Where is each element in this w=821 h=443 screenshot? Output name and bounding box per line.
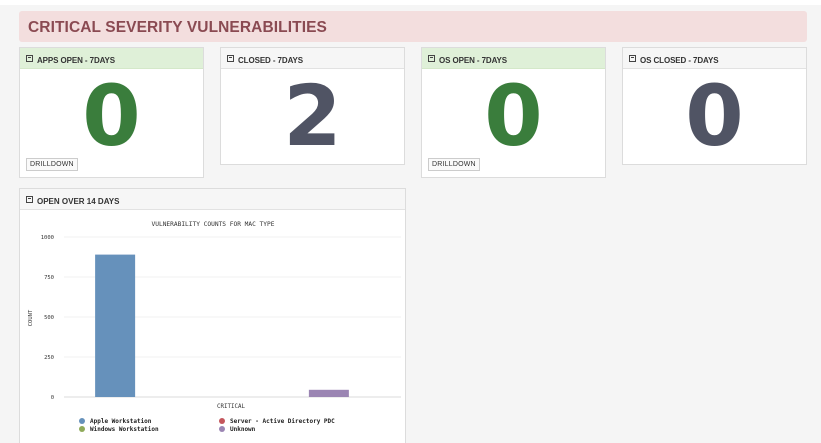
- tile-closed: CLOSED - 7DAYS 2: [220, 47, 405, 165]
- x-axis-label: CRITICAL: [217, 404, 245, 410]
- legend-label[interactable]: Server - Active Directory PDC: [230, 418, 335, 425]
- tile-title: OS OPEN - 7DAYS: [439, 56, 508, 65]
- tile-title: OS CLOSED - 7DAYS: [640, 56, 719, 65]
- tile-header: OS CLOSED - 7DAYS: [623, 48, 806, 69]
- bar-unknown[interactable]: [308, 389, 349, 397]
- dashboard-widget-icon: [428, 55, 435, 62]
- y-axis-label: COUNT: [28, 309, 34, 326]
- y-tick-label: 1000: [41, 235, 54, 241]
- y-tick-label: 500: [44, 315, 54, 321]
- legend-label[interactable]: Apple Workstation: [90, 418, 152, 425]
- tile-apps-open: APPS OPEN - 7DAYS 0 DRILLDOWN: [19, 47, 204, 178]
- open-over-14-days-panel: OPEN OVER 14 DAYS VULNERABILITY COUNTS F…: [19, 188, 406, 443]
- tile-title: APPS OPEN - 7DAYS: [37, 56, 116, 65]
- drilldown-button[interactable]: DRILLDOWN: [26, 158, 78, 171]
- legend-label[interactable]: Windows Workstation: [90, 426, 159, 433]
- tile-value: 0: [685, 67, 744, 165]
- y-tick-label: 750: [44, 275, 54, 281]
- drilldown-button[interactable]: DRILLDOWN: [428, 158, 480, 171]
- y-tick-label: 0: [51, 395, 54, 401]
- y-tick-label: 250: [44, 355, 54, 361]
- chart-title: VULNERABILITY COUNTS FOR MAC TYPE: [152, 221, 275, 228]
- legend-marker: [219, 418, 225, 424]
- panel-title: OPEN OVER 14 DAYS: [37, 197, 120, 206]
- tile-value: 0: [484, 67, 543, 165]
- dashboard-widget-icon: [227, 55, 234, 62]
- tile-header: APPS OPEN - 7DAYS: [20, 48, 203, 69]
- tile-value: 0: [82, 67, 141, 165]
- tile-os-closed: OS CLOSED - 7DAYS 0: [622, 47, 807, 165]
- tile-value: 2: [283, 67, 342, 165]
- panel-header: OPEN OVER 14 DAYS: [20, 189, 405, 210]
- tile-header: CLOSED - 7DAYS: [221, 48, 404, 69]
- tile-title: CLOSED - 7DAYS: [238, 56, 303, 65]
- legend-label[interactable]: Unknown: [230, 426, 256, 433]
- dashboard-widget-icon: [629, 55, 636, 62]
- tile-os-open: OS OPEN - 7DAYS 0 DRILLDOWN: [421, 47, 606, 178]
- bar-apple-workstation[interactable]: [95, 254, 136, 397]
- legend-marker: [79, 426, 85, 432]
- page-title: CRITICAL SEVERITY VULNERABILITIES: [28, 19, 327, 36]
- severity-banner: CRITICAL SEVERITY VULNERABILITIES: [19, 11, 807, 42]
- vulnerability-bar-chart: VULNERABILITY COUNTS FOR MAC TYPE COUNT …: [28, 221, 401, 433]
- dashboard-widget-icon: [26, 55, 33, 62]
- legend-marker: [79, 418, 85, 424]
- legend-marker: [219, 426, 225, 432]
- top-strip: [0, 0, 821, 5]
- dashboard-widget-icon: [26, 196, 33, 203]
- tile-header: OS OPEN - 7DAYS: [422, 48, 605, 69]
